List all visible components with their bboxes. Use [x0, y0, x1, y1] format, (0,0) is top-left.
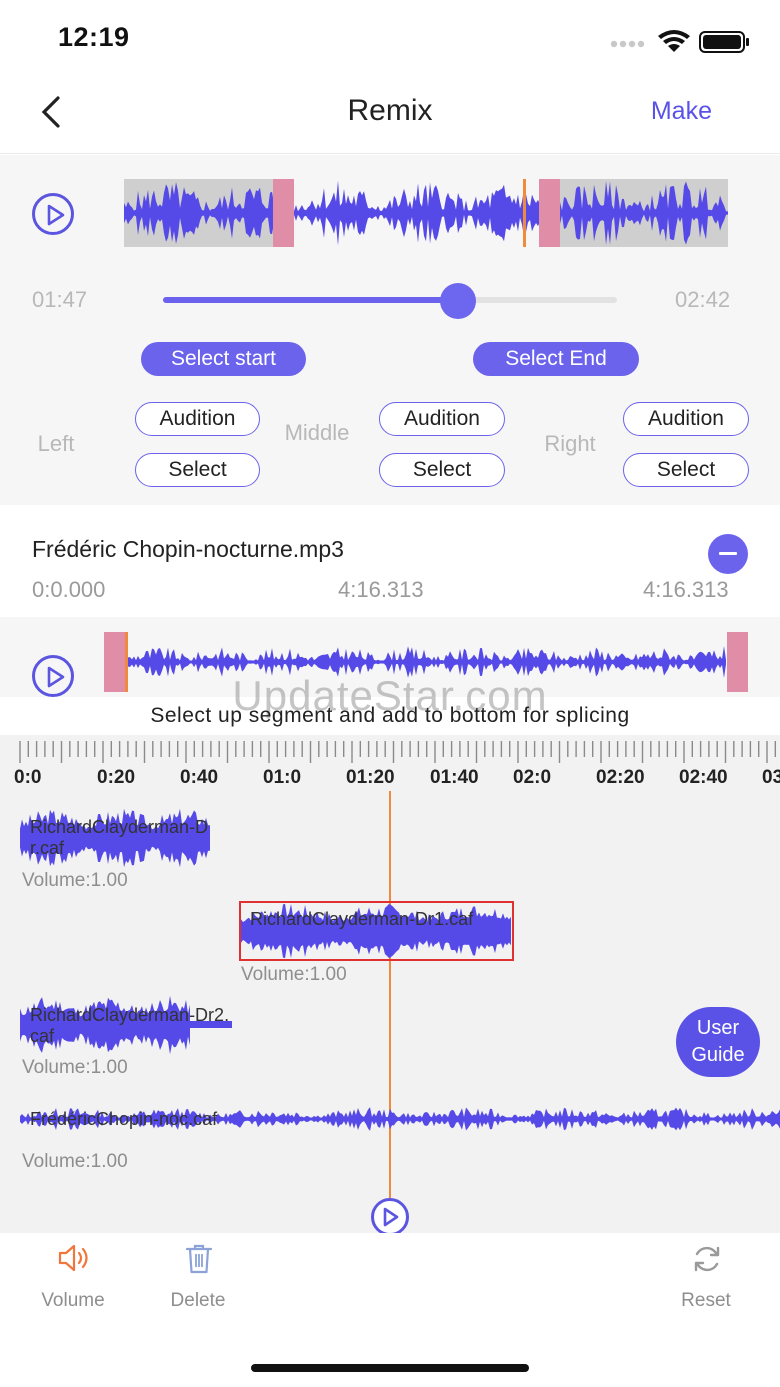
- ruler-label: 0:0: [14, 767, 42, 788]
- make-button[interactable]: Make: [651, 97, 712, 126]
- ruler-label: 02:20: [596, 767, 645, 788]
- track-volume: Volume:1.00: [22, 870, 128, 891]
- time-ruler: [19, 741, 776, 763]
- refresh-icon: [694, 1246, 720, 1272]
- wifi-icon: [658, 30, 690, 52]
- ruler-label: 02:0: [513, 767, 552, 788]
- play-icon: [371, 1198, 409, 1236]
- volume-button[interactable]: Volume: [28, 1243, 118, 1313]
- ruler-label: 03: [762, 767, 780, 788]
- status-time: 12:19: [58, 22, 130, 52]
- segment-editor-panel: 01:47 02:42 Select start Select End Left…: [0, 155, 780, 505]
- file-name: Frédéric Chopin-nocturne.mp3: [32, 536, 344, 562]
- splice-timeline: 0:0 0:20 0:40 01:0 01:20 01:40 02:0 02:20 02:40 0…: [0, 735, 780, 1233]
- track-clip-4[interactable]: FrédéricChopin-noc.caf: [20, 1090, 780, 1148]
- home-indicator: [251, 1364, 529, 1372]
- track-volume: Volume:1.00: [241, 964, 347, 985]
- track-name: RichardClayderman-Dr2.caf: [30, 1005, 230, 1046]
- ruler-label: 0:20: [97, 767, 136, 788]
- user-guide-button[interactable]: User Guide: [676, 1007, 760, 1077]
- track-name: FrédéricChopin-noc.caf: [30, 1109, 218, 1129]
- audition-middle-button[interactable]: Audition: [379, 402, 505, 436]
- delete-button[interactable]: Delete: [153, 1243, 243, 1313]
- minus-icon: [719, 552, 737, 555]
- track-clip-3[interactable]: RichardClayderman-Dr2.caf: [20, 995, 232, 1055]
- track-clip-2-selected[interactable]: RichardClayderman-Dr1.caf: [239, 901, 514, 961]
- splice-hint: Select up segment and add to bottom for …: [150, 704, 630, 727]
- track-clip-1[interactable]: RichardClayderman-Dr.caf: [20, 807, 210, 869]
- ruler-label: 01:20: [346, 767, 395, 788]
- delete-label: Delete: [170, 1290, 226, 1311]
- remove-file-button[interactable]: [708, 534, 748, 574]
- signal-dots-icon: [610, 40, 645, 48]
- select-right-button[interactable]: Select: [623, 453, 749, 487]
- timeline-playhead[interactable]: [389, 791, 391, 1211]
- select-middle-button[interactable]: Select: [379, 453, 505, 487]
- reset-label: Reset: [681, 1290, 731, 1311]
- audition-right-button[interactable]: Audition: [623, 402, 749, 436]
- battery-icon: [699, 31, 749, 53]
- audition-left-button[interactable]: Audition: [135, 402, 260, 436]
- zone-label-left: Left: [37, 431, 75, 456]
- file-selected-time: 4:16.313: [338, 577, 424, 602]
- start-handle: [273, 171, 294, 255]
- ruler-label: 02:40: [679, 767, 728, 788]
- reset-button[interactable]: Reset: [661, 1243, 751, 1313]
- source-file-panel: Frédéric Chopin-nocturne.mp3 0:0.000 4:1…: [0, 520, 780, 615]
- start-time: 01:47: [32, 287, 88, 312]
- track-name: RichardClayderman-Dr.caf: [30, 817, 209, 858]
- select-left-button[interactable]: Select: [135, 453, 260, 487]
- play-icon: [47, 204, 65, 226]
- zone-label-right: Right: [544, 431, 596, 456]
- track-volume: Volume:1.00: [22, 1151, 128, 1172]
- selection-waveform[interactable]: [124, 171, 728, 255]
- position-slider-fill: [163, 297, 459, 303]
- end-handle: [539, 171, 560, 255]
- ruler-label: 0:40: [180, 767, 219, 788]
- trash-icon: [185, 1244, 213, 1274]
- ruler-label: 01:40: [430, 767, 479, 788]
- volume-label: Volume: [41, 1290, 105, 1311]
- file-duration: 4:16.313: [643, 577, 729, 602]
- end-time: 02:42: [675, 287, 731, 312]
- timeline-play-button[interactable]: [369, 1198, 411, 1236]
- play-button[interactable]: [32, 193, 74, 235]
- ruler-label: 01:0: [263, 767, 302, 788]
- track-volume: Volume:1.00: [22, 1057, 128, 1078]
- file-start-time: 0:0.000: [32, 577, 106, 602]
- nav-bar: Remix Make: [0, 70, 780, 154]
- speaker-icon: [58, 1244, 88, 1272]
- select-start-button[interactable]: Select start: [141, 342, 306, 376]
- position-slider-thumb[interactable]: [440, 283, 477, 319]
- track-name: RichardClayderman-Dr1.caf: [250, 909, 474, 929]
- playback-cursor: [523, 171, 526, 255]
- zone-label-middle: Middle: [284, 420, 350, 445]
- status-icons: [608, 26, 758, 56]
- select-end-button[interactable]: Select End: [473, 342, 639, 376]
